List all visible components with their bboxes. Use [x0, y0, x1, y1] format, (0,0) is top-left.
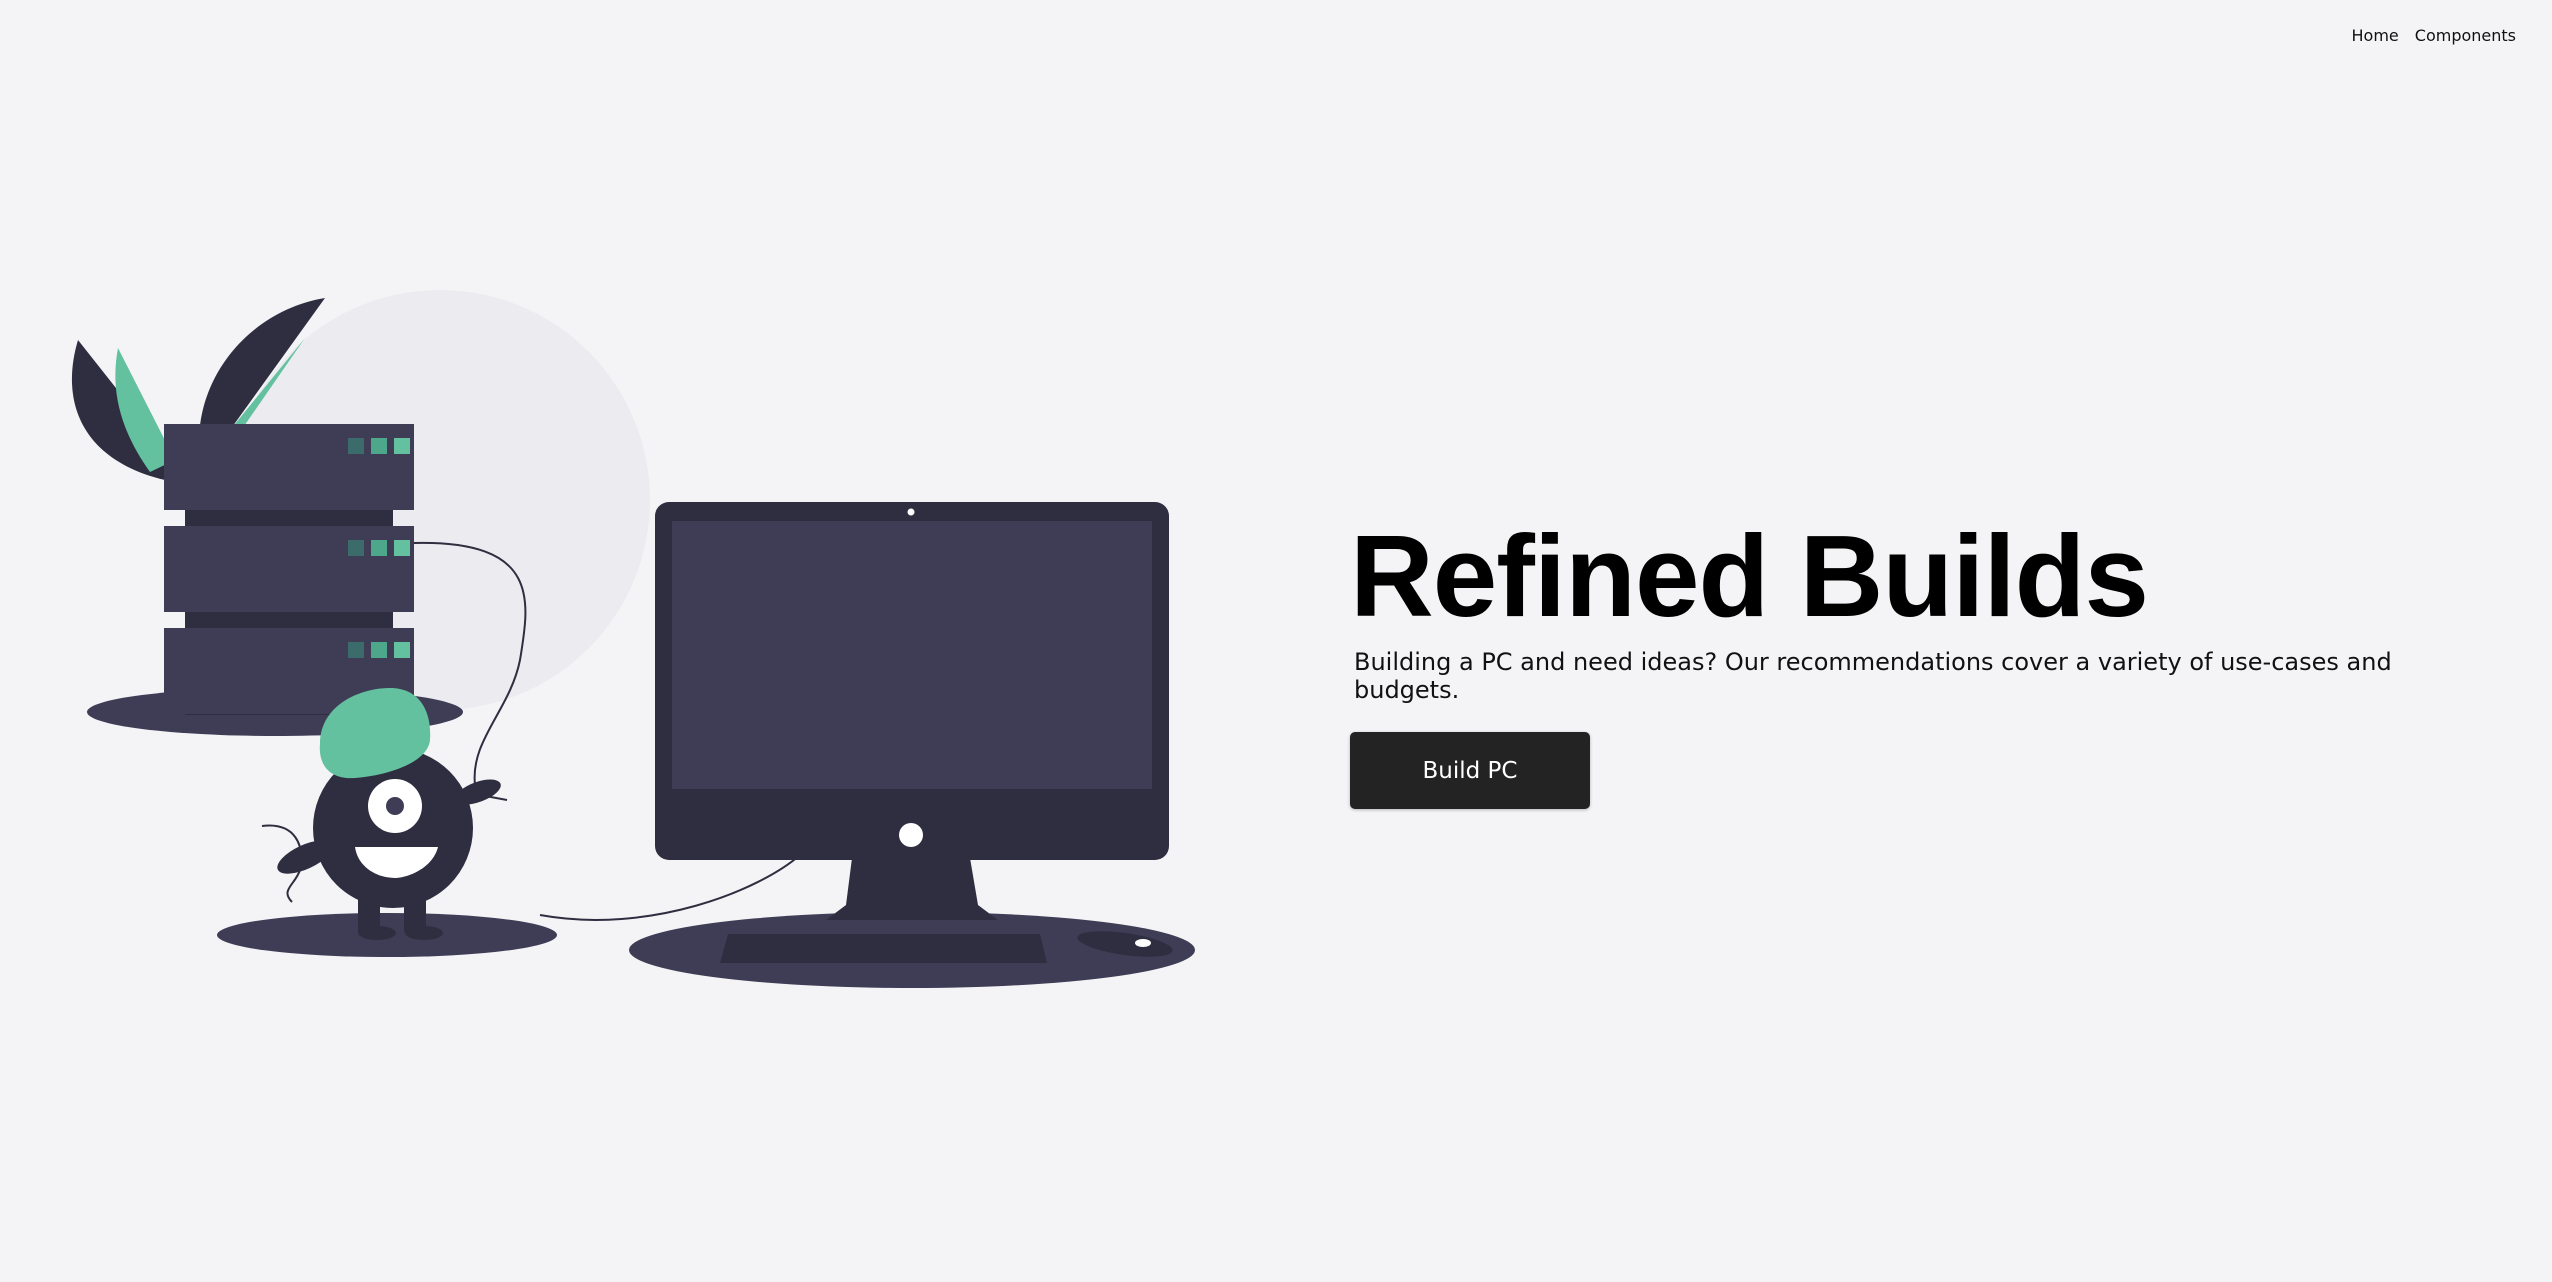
- landing-page: Home Components Refined Builds Building …: [0, 0, 2552, 1282]
- hero-section: Refined Builds Building a PC and need id…: [1350, 518, 2500, 809]
- build-pc-button[interactable]: Build PC: [1350, 732, 1590, 809]
- mouse: [1135, 939, 1151, 947]
- hero-subtitle: Building a PC and need ideas? Our recomm…: [1354, 648, 2392, 704]
- monitor-cable: [539, 854, 801, 921]
- server-unit-1: [164, 424, 414, 510]
- nav-link-home[interactable]: Home: [2352, 26, 2399, 45]
- top-nav: Home Components: [2352, 26, 2516, 45]
- server-unit-2: [164, 526, 414, 612]
- keyboard: [720, 934, 1047, 963]
- monitor-button: [899, 823, 923, 847]
- monster-pupil: [386, 797, 404, 815]
- hero-title: Refined Builds: [1350, 511, 2149, 641]
- nav-link-components[interactable]: Components: [2415, 26, 2516, 45]
- monitor-camera: [907, 508, 915, 516]
- hero-illustration: [71, 290, 1195, 988]
- monitor-stand: [826, 858, 998, 920]
- monitor-screen: [672, 521, 1152, 789]
